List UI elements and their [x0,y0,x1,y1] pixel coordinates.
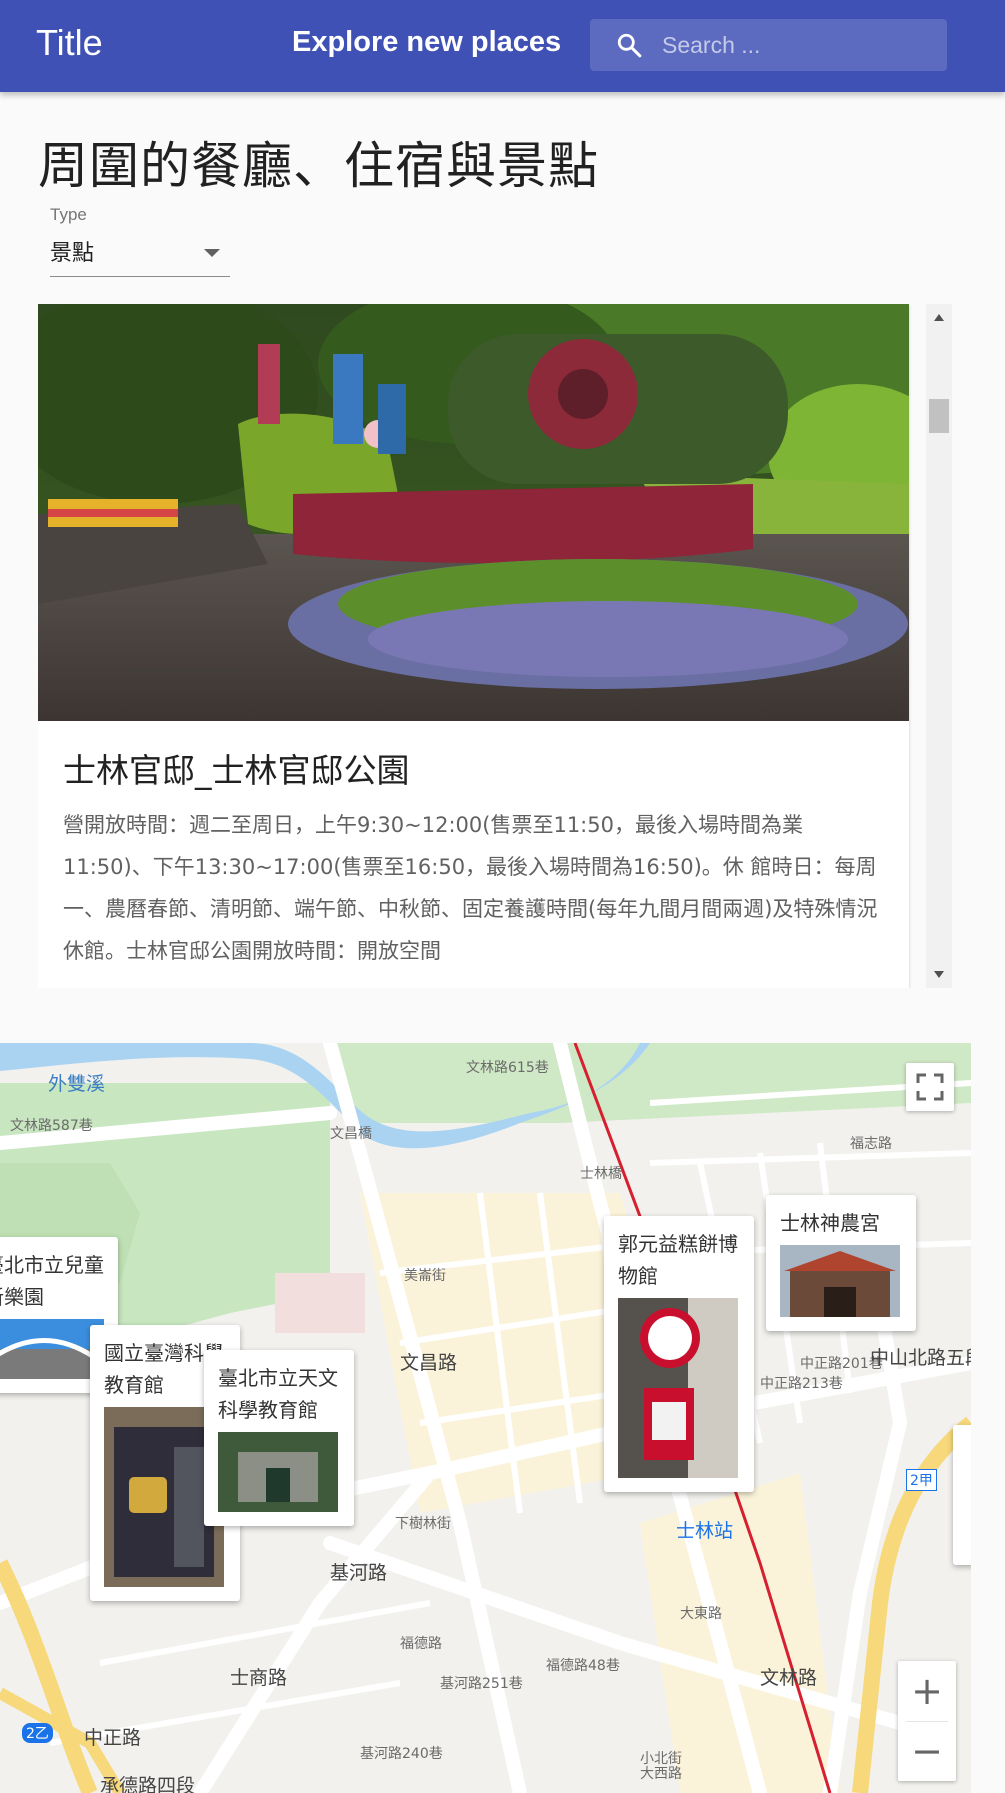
map-label-road: 福德路48巷 [546,1658,620,1674]
map-label-road: 文林路615巷 [466,1060,549,1076]
map-label-road: 承德路四段 [100,1775,196,1793]
fullscreen-icon [916,1073,944,1101]
search-input[interactable] [662,27,932,63]
map-label-road: 文昌路 [400,1352,458,1374]
app-title: Title [36,22,103,63]
type-select-label: Type [50,205,87,224]
map-label-road: 福志路 [850,1136,892,1152]
map-label-road: 文林路587巷 [10,1118,93,1134]
map-label-road: 福德路 [400,1636,442,1652]
map-label-road: 文林路 [760,1667,818,1689]
marker-photo [618,1298,738,1478]
map-label-road: 大東路 [680,1606,722,1622]
scroll-thumb[interactable] [929,399,949,433]
place-card[interactable]: 士林官邸_士林官邸公園 營開放時間：週二至周日，上午9:30~12:00(售票至… [38,304,909,988]
map[interactable]: 外雙溪 文林路615巷 文林路587巷 文昌橋 士林橋 福志路 美崙街 文昌路 … [0,1043,971,1793]
place-photo [38,304,909,721]
zoom-control: + − [898,1661,956,1781]
search-box[interactable] [590,19,947,71]
page-title: 周圍的餐廳、住宿與景點 [38,137,599,195]
map-label-river: 外雙溪 [48,1073,106,1095]
map-label-road: 中正路213巷 [760,1376,843,1392]
map-label-station[interactable]: 士林站 [676,1516,733,1543]
place-title[interactable]: 士林官邸_士林官邸公園 [63,744,410,792]
app-bar: Title Explore new places [0,0,1005,92]
fullscreen-button[interactable] [906,1063,954,1111]
map-label-road: 基河路 [330,1562,388,1584]
marker-name: 郭元益糕餅博物館 [618,1232,738,1288]
map-label-road: 美崙街 [404,1268,446,1284]
marker-photo [218,1432,338,1512]
type-select-value: 景點 [50,241,95,266]
marker-name: 士林神農宮 [780,1211,880,1235]
list-scrollbar[interactable] [926,304,952,988]
map-exit-badge: 2乙 [22,1723,53,1743]
map-marker[interactable]: 郭元益糕餅博物館 [604,1216,754,1492]
dropdown-arrow-icon [204,249,220,257]
map-label-road: 下樹林街 [395,1516,451,1532]
map-label-road: 士林橋 [580,1166,622,1182]
zoom-out-button[interactable]: − [898,1721,956,1781]
app-subtitle: Explore new places [292,26,562,58]
marker-name: 臺北市立兒童新樂園 [0,1253,104,1309]
zoom-in-button[interactable]: + [898,1661,956,1721]
map-label-road: 基河路251巷 [440,1676,523,1692]
marker-photo [0,1319,104,1379]
map-label-road: 文昌橋 [330,1126,372,1142]
map-label-road: 中正路 [84,1727,142,1749]
place-description: 營開放時間：週二至周日，上午9:30~12:00(售票至11:50，最後入場時間… [63,813,878,963]
map-marker[interactable]: 臺北市立天文科學教育館 [204,1350,354,1526]
map-exit-badge: 2甲 [906,1469,937,1491]
map-label-road: 中山北路五段 [870,1347,971,1369]
search-icon [617,33,642,58]
places-list[interactable]: 士林官邸_士林官邸公園 營開放時間：週二至周日，上午9:30~12:00(售票至… [38,304,952,988]
scroll-up-icon[interactable] [934,314,944,321]
marker-photo [780,1245,900,1317]
map-marker[interactable] [953,1425,971,1565]
map-marker[interactable]: 士林神農宮 [766,1195,916,1331]
map-label-road: 基河路240巷 [360,1746,443,1762]
scroll-down-icon[interactable] [934,971,944,978]
select-underline [50,276,230,277]
type-select[interactable]: Type 景點 [50,205,230,277]
map-label-road: 士商路 [230,1667,288,1689]
map-label-road: 小北街 [640,1751,682,1767]
marker-name: 臺北市立天文科學教育館 [218,1366,338,1422]
